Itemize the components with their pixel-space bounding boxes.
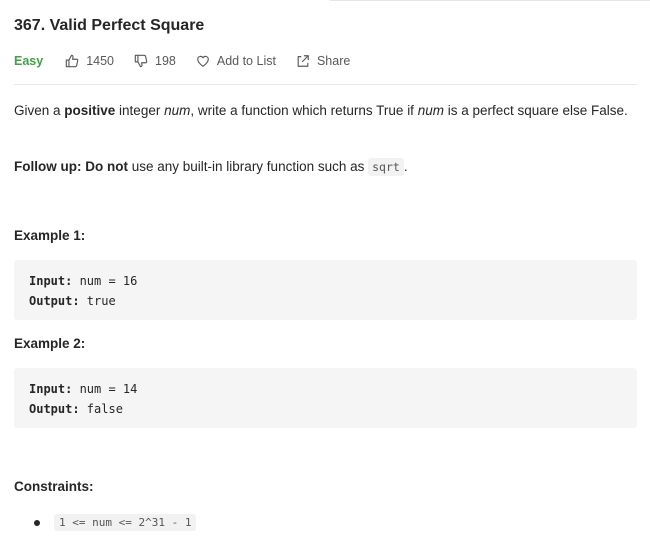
example-1-box: Input: num = 16 Output: true	[14, 260, 637, 320]
desc-variable: num	[164, 103, 191, 118]
input-value: num = 16	[72, 274, 138, 288]
desc-variable: num	[417, 103, 444, 118]
example-1-output: Output: true	[29, 291, 622, 311]
constraint-code: 1 <= num <= 2^31 - 1	[54, 514, 197, 531]
example-1-input: Input: num = 16	[29, 271, 622, 291]
like-count: 1450	[86, 54, 115, 68]
constraint-item: 1 <= num <= 2^31 - 1	[34, 514, 197, 531]
desc-text: Given a	[14, 103, 65, 118]
bullet	[34, 519, 40, 526]
follow-up: Follow up: Do not use any built-in libra…	[14, 156, 644, 178]
example-2-title: Example 2:	[14, 336, 86, 351]
example-2-input: Input: num = 14	[29, 379, 622, 399]
header-divider	[14, 84, 637, 85]
share-label: Share	[316, 54, 351, 68]
dislike-count: 198	[155, 54, 176, 68]
desc-text: , write a function which returns True if	[190, 103, 418, 118]
follow-up-emphasis: Do not	[85, 159, 128, 174]
input-label: Input:	[29, 274, 73, 288]
top-border	[330, 0, 650, 1]
input-value: num = 14	[72, 382, 138, 396]
thumbs-up-icon	[65, 54, 79, 68]
inline-code: sqrt	[368, 158, 404, 176]
constraints-title: Constraints:	[14, 479, 94, 494]
add-to-list-button[interactable]: Add to List	[196, 54, 276, 68]
example-1-title: Example 1:	[14, 228, 86, 243]
example-2-output: Output: false	[29, 399, 622, 419]
output-label: Output:	[29, 402, 80, 416]
like-button[interactable]: 1450	[65, 54, 114, 68]
output-value: true	[79, 294, 116, 308]
dislike-button[interactable]: 198	[134, 54, 176, 68]
output-label: Output:	[29, 294, 80, 308]
follow-up-label: Follow up:	[14, 159, 82, 174]
input-label: Input:	[29, 382, 73, 396]
share-button[interactable]: Share	[296, 54, 350, 68]
problem-description: Given a positive integer num, write a fu…	[14, 100, 644, 121]
heart-icon	[197, 55, 209, 67]
share-icon	[297, 55, 309, 67]
difficulty-label: Easy	[14, 54, 44, 68]
problem-page: 367. Valid Perfect Square Easy 1450 198 …	[0, 0, 650, 544]
add-to-list-label: Add to List	[216, 54, 276, 68]
example-2-box: Input: num = 14 Output: false	[14, 368, 637, 428]
desc-text: integer	[115, 103, 165, 118]
desc-text: is a perfect square else False.	[443, 103, 628, 118]
follow-up-text: use any built-in library function such a…	[128, 159, 369, 174]
thumbs-down-icon	[134, 54, 148, 68]
desc-emphasis: positive	[64, 103, 116, 118]
output-value: false	[79, 402, 123, 416]
follow-up-text: .	[403, 159, 408, 174]
problem-meta-bar: Easy 1450 198 Add to List Share	[14, 52, 370, 70]
problem-title: 367. Valid Perfect Square	[14, 17, 205, 34]
